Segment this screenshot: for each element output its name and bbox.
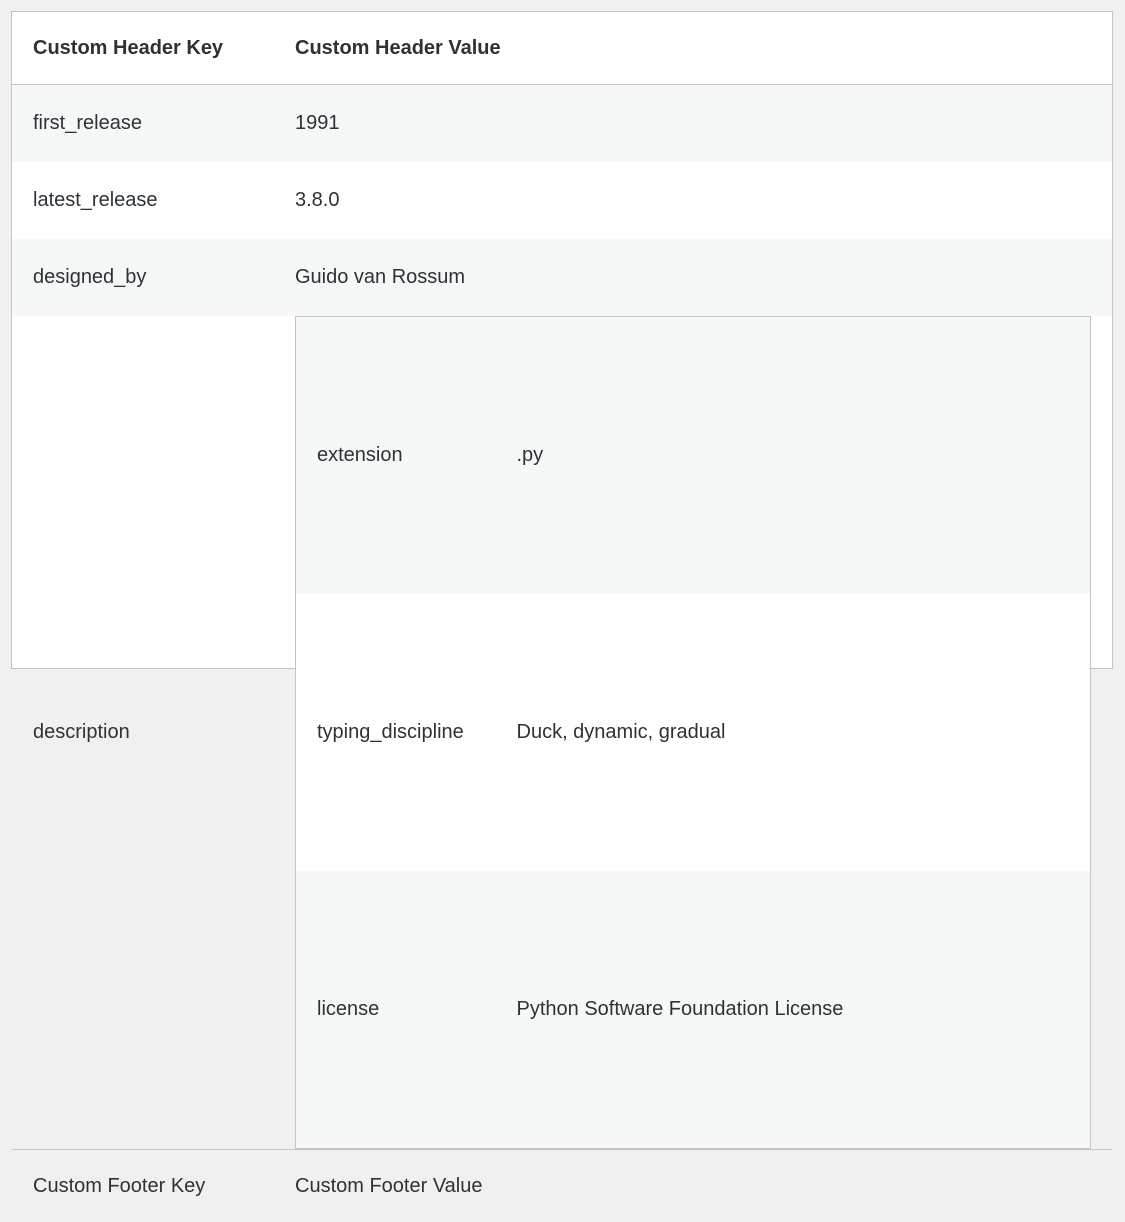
nested-value-cell: Duck, dynamic, gradual — [496, 594, 1091, 871]
table-row: latest_release 3.8.0 — [12, 162, 1112, 239]
nested-value-cell: .py — [496, 317, 1091, 595]
nested-value-cell: Python Software Foundation License — [496, 871, 1091, 1149]
nested-key-cell: license — [296, 871, 496, 1149]
row-value-cell: 1991 — [274, 85, 1112, 163]
table-row: designed_by Guido van Rossum — [12, 239, 1112, 316]
nested-table-row: license Python Software Foundation Licen… — [296, 871, 1091, 1149]
nested-table-row: extension .py — [296, 317, 1091, 595]
header-key-cell: Custom Header Key — [12, 12, 274, 85]
header-value-cell: Custom Header Value — [274, 12, 1112, 85]
table-row: description extension .py typing_discipl… — [12, 316, 1112, 1150]
row-key-cell: first_release — [12, 85, 274, 163]
nested-key-cell: typing_discipline — [296, 594, 496, 871]
row-value-cell: extension .py typing_discipline Duck, dy… — [274, 316, 1112, 1150]
row-key-cell: latest_release — [12, 162, 274, 239]
footer-value-cell: Custom Footer Value — [274, 1150, 1112, 1222]
data-table-container: Custom Header Key Custom Header Value fi… — [11, 11, 1113, 669]
data-table: Custom Header Key Custom Header Value fi… — [12, 12, 1112, 1222]
row-value-cell: Guido van Rossum — [274, 239, 1112, 316]
table-footer: Custom Footer Key Custom Footer Value — [12, 1150, 1112, 1222]
footer-key-cell: Custom Footer Key — [12, 1150, 274, 1222]
row-value-cell: 3.8.0 — [274, 162, 1112, 239]
nested-description-table: extension .py typing_discipline Duck, dy… — [295, 316, 1091, 1149]
row-key-cell: designed_by — [12, 239, 274, 316]
nested-key-cell: extension — [296, 317, 496, 595]
table-row: first_release 1991 — [12, 85, 1112, 163]
table-header: Custom Header Key Custom Header Value — [12, 12, 1112, 85]
footer-row: Custom Footer Key Custom Footer Value — [12, 1150, 1112, 1222]
table-body: first_release 1991 latest_release 3.8.0 … — [12, 85, 1112, 1150]
nested-table-row: typing_discipline Duck, dynamic, gradual — [296, 594, 1091, 871]
header-row: Custom Header Key Custom Header Value — [12, 12, 1112, 85]
row-key-cell: description — [12, 316, 274, 1150]
